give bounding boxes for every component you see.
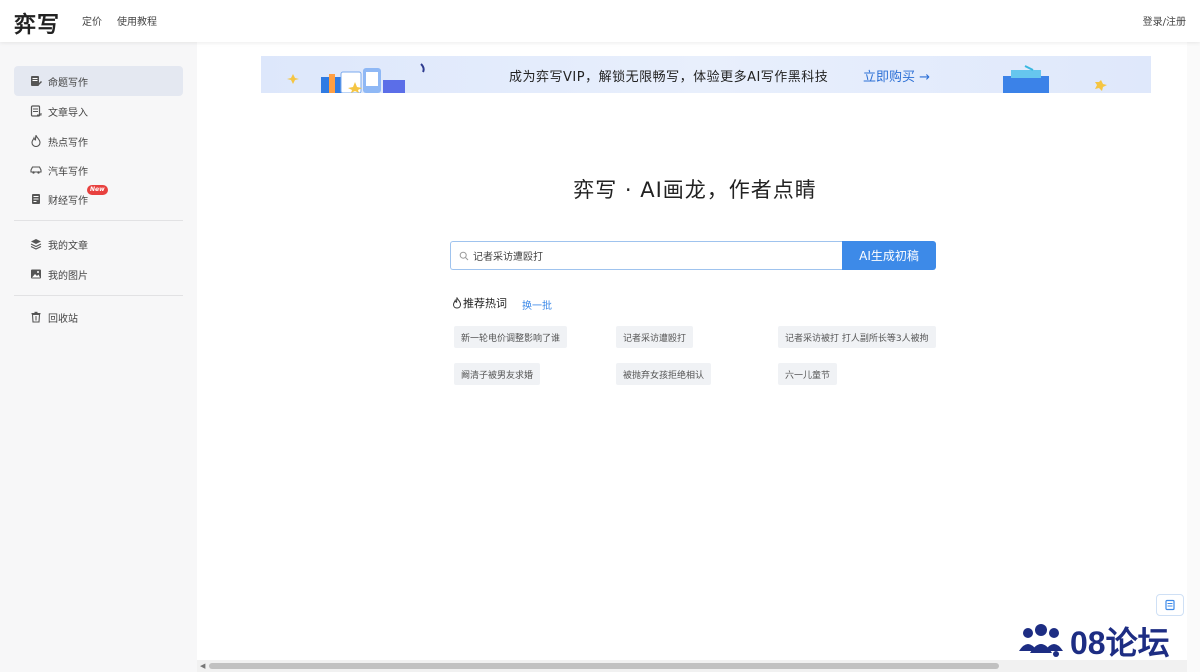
hot-word-tag[interactable]: 新一轮电价调整影响了谁 [454, 326, 568, 348]
sidebar-item-car-writing[interactable]: 汽车写作 [14, 155, 183, 185]
sidebar-item-label: 热点写作 [48, 137, 88, 149]
edit-doc-icon [30, 75, 42, 87]
sidebar-item-label: 文章导入 [48, 107, 88, 119]
hot-word-tag[interactable]: 被抛弃女孩拒绝相认 [616, 363, 712, 385]
search-bar: AI生成初稿 [450, 241, 936, 270]
sidebar-item-label: 我的图片 [48, 270, 88, 282]
car-icon [30, 164, 42, 176]
banner-text: 成为弈写VIP，解锁无限畅写，体验更多AI写作黑科技 [509, 70, 829, 85]
top-nav: 定价 使用教程 [82, 13, 157, 28]
trash-icon [30, 311, 42, 323]
search-field[interactable] [450, 241, 842, 270]
sidebar-item-my-images[interactable]: 我的图片 [14, 259, 183, 289]
sidebar-item-label: 回收站 [48, 313, 78, 325]
scroll-left-arrow-icon[interactable]: ◀ [200, 662, 205, 670]
nav-tutorial[interactable]: 使用教程 [117, 13, 157, 28]
login-register-link[interactable]: 登录/注册 [1143, 13, 1186, 28]
sidebar-item-hot-writing[interactable]: 热点写作 [14, 126, 183, 156]
scroll-thumb[interactable] [209, 663, 999, 669]
vertical-scrollbar[interactable] [1187, 42, 1200, 672]
hot-word-tag[interactable]: 六一儿童节 [778, 363, 838, 385]
sidebar-item-my-articles[interactable]: 我的文章 [14, 229, 183, 259]
ai-generate-button[interactable]: AI生成初稿 [842, 241, 936, 270]
page-title: 弈写 · AI画龙，作者点睛 [573, 178, 817, 202]
sidebar-divider [14, 220, 183, 221]
finance-doc-icon [30, 193, 42, 205]
sidebar-divider [14, 295, 183, 296]
new-badge: New [87, 185, 108, 195]
sidebar-item-article-import[interactable]: 文章导入 [14, 96, 183, 126]
refresh-batch-link[interactable]: 换一批 [522, 297, 552, 312]
banner-decoration [1003, 65, 1107, 93]
flame-icon [30, 135, 42, 147]
import-doc-icon [30, 105, 42, 117]
sidebar-item-label: 财经写作 [48, 195, 88, 207]
sidebar-item-label: 我的文章 [48, 240, 88, 252]
image-icon [30, 268, 42, 280]
sidebar-item-recycle-bin[interactable]: 回收站 [14, 302, 183, 332]
top-bar: 弈写 定价 使用教程 登录/注册 [0, 0, 1200, 42]
layers-icon [30, 238, 42, 250]
search-icon [459, 251, 469, 261]
vip-banner[interactable]: 成为弈写VIP，解锁无限畅写，体验更多AI写作黑科技 立即购买 → [261, 56, 1151, 93]
sidebar-item-label: 命题写作 [48, 77, 88, 89]
hot-word-tag[interactable]: 记者采访遭殴打 [616, 326, 694, 348]
sidebar-item-label: 汽车写作 [48, 166, 88, 178]
hot-word-tag[interactable]: 记者采访被打 打人副所长等3人被拘 [778, 326, 936, 348]
sidebar: 命题写作 文章导入 热点写作 汽车写作 财经写作 New 我的文章 我的图片 回… [0, 42, 197, 672]
floating-help-button[interactable] [1156, 594, 1184, 616]
banner-illustration [287, 63, 425, 93]
search-input[interactable] [473, 250, 833, 261]
watermark-text: 08论坛 [1070, 625, 1170, 661]
people-group-icon [1019, 624, 1063, 657]
hot-words-title: 推荐热词 [463, 297, 507, 310]
buy-now-link[interactable]: 立即购买 → [863, 66, 930, 85]
sidebar-item-finance-writing[interactable]: 财经写作 New [14, 184, 183, 214]
app-logo[interactable]: 弈写 [14, 7, 60, 39]
flame-icon [452, 297, 462, 309]
hot-words-heading: 推荐热词 [452, 295, 507, 311]
hot-word-tag[interactable]: 阚清子被男友求婚 [454, 363, 541, 385]
nav-pricing[interactable]: 定价 [82, 13, 102, 28]
doc-icon [1164, 596, 1176, 615]
sidebar-item-topic-writing[interactable]: 命题写作 [14, 66, 183, 96]
site-watermark: 08论坛 [1016, 618, 1170, 664]
